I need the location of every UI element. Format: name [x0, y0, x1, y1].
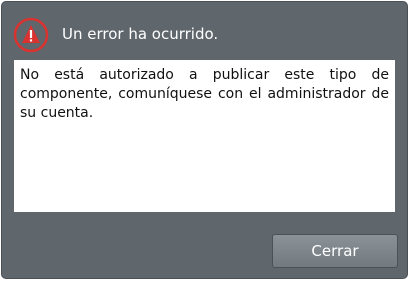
close-button[interactable]: Cerrar — [272, 234, 398, 268]
warning-icon — [12, 16, 50, 54]
error-dialog: Un error ha ocurrido. No está autorizado… — [1, 1, 408, 279]
error-message: No está autorizado a publicar este tipo … — [20, 67, 389, 121]
message-panel: No está autorizado a publicar este tipo … — [14, 60, 395, 212]
dialog-title: Un error ha ocurrido. — [62, 25, 219, 43]
